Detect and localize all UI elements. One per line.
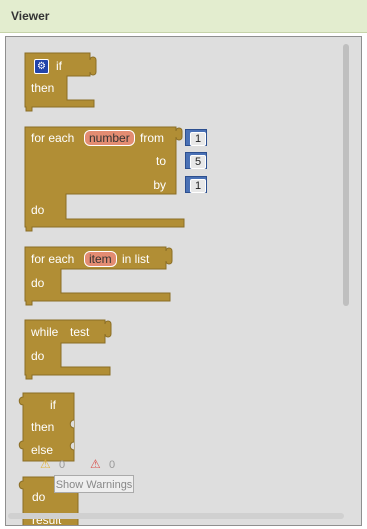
while-do-label: do bbox=[31, 349, 45, 363]
horizontal-scrollbar[interactable] bbox=[8, 513, 344, 519]
from-value-field[interactable]: 1 bbox=[190, 132, 206, 146]
by-value-field[interactable]: 1 bbox=[190, 179, 206, 193]
mutator-gear-icon[interactable]: ⚙ bbox=[34, 59, 49, 74]
for-each-list-label: for each bbox=[31, 252, 75, 266]
do-result-do-label: do bbox=[32, 490, 46, 504]
do-label: do bbox=[31, 203, 45, 217]
for-list-do-label: do bbox=[31, 276, 45, 290]
to-value-field[interactable]: 5 bbox=[190, 155, 206, 169]
if-else-then-socket bbox=[69, 419, 75, 429]
loop-variable-item[interactable]: item bbox=[84, 251, 117, 267]
for-each-label: for each bbox=[31, 131, 75, 145]
test-label: test bbox=[70, 325, 90, 339]
by-label: by bbox=[153, 178, 166, 192]
from-number-block[interactable]: 1 bbox=[185, 129, 207, 146]
in-list-label: in list bbox=[122, 252, 150, 266]
if-else-then-label: then bbox=[31, 420, 55, 434]
then-label: then bbox=[31, 81, 55, 95]
viewer-header: Viewer bbox=[0, 0, 367, 33]
vertical-scrollbar[interactable] bbox=[343, 44, 349, 306]
by-number-block[interactable]: 1 bbox=[185, 176, 207, 193]
warning-count: 0 bbox=[59, 459, 66, 471]
error-triangle-icon: ⚠ bbox=[90, 457, 101, 471]
from-label: from bbox=[140, 131, 164, 145]
show-warnings-button[interactable]: Show Warnings bbox=[54, 475, 134, 493]
if-else-if-label: if bbox=[50, 398, 56, 412]
to-label: to bbox=[155, 154, 166, 168]
if-else-else-label: else bbox=[31, 443, 54, 457]
viewer-title: Viewer bbox=[11, 9, 50, 23]
if-else-else-socket bbox=[69, 441, 75, 451]
blocks-canvas bbox=[18, 52, 185, 525]
warning-triangle-icon: ⚠ bbox=[40, 457, 51, 471]
error-count: 0 bbox=[109, 459, 116, 471]
blocks-workspace[interactable]: ⚙ if then for each number from to by do … bbox=[5, 36, 362, 526]
while-label: while bbox=[31, 325, 59, 339]
if-label: if bbox=[56, 59, 62, 73]
to-number-block[interactable]: 5 bbox=[185, 152, 207, 169]
loop-variable-number[interactable]: number bbox=[84, 130, 135, 146]
